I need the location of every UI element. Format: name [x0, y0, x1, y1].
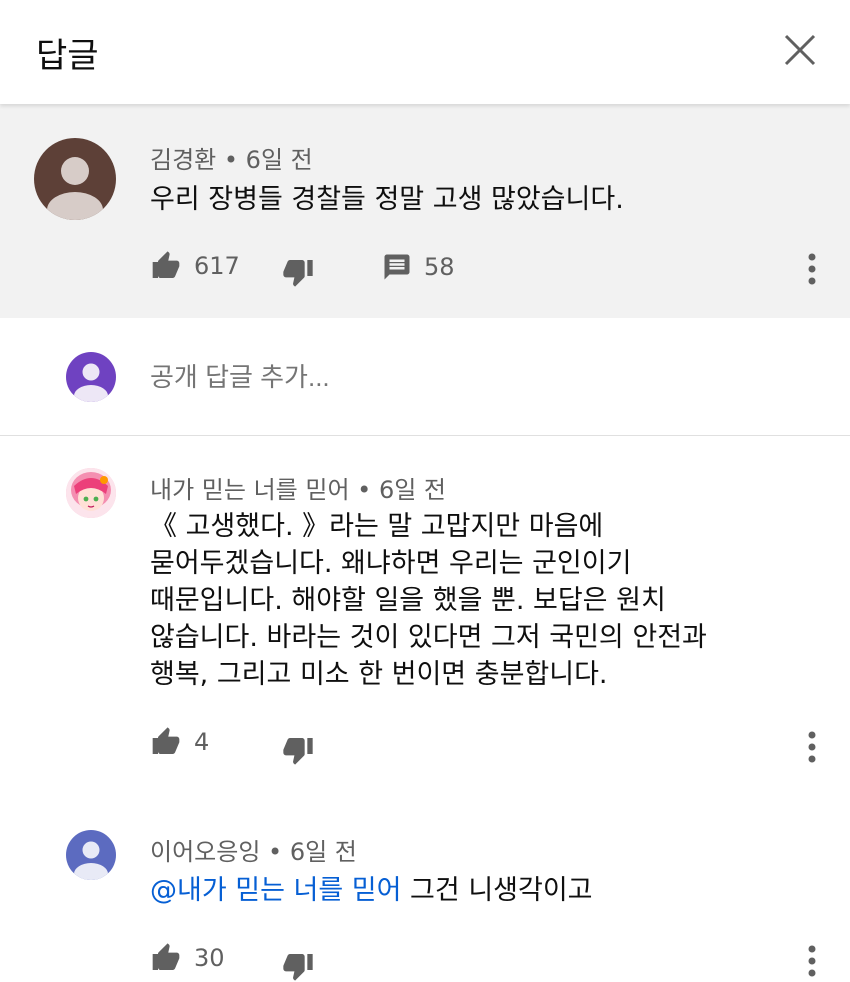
thumbs-down-icon	[283, 738, 313, 765]
comment-meta: 이어오응잉 • 6일 전	[150, 832, 357, 867]
add-reply-section	[0, 318, 850, 436]
like-button[interactable]: 617	[150, 250, 240, 282]
comment-author[interactable]: 김경환	[150, 146, 216, 174]
more-vert-icon	[808, 945, 816, 977]
dislike-button[interactable]	[282, 256, 314, 288]
comment-text: 《 고생했다. 》라는 말 고맙지만 마음에 묻어두겠습니다. 왜냐하면 우리는…	[150, 508, 707, 693]
thumbs-up-icon	[152, 727, 180, 754]
page-title: 답글	[36, 36, 99, 76]
avatar[interactable]	[66, 830, 116, 880]
comment-line: 않습니다. 바라는 것이 있다면 그저 국민의 안전과	[150, 622, 707, 653]
comment-line: 《 고생했다. 》라는 말 고맙지만 마음에	[150, 511, 604, 542]
thumbs-down-icon	[283, 954, 313, 981]
comment-icon	[384, 254, 410, 280]
replies-header: 답글	[0, 0, 850, 104]
comment-line: 행복, 그리고 미소 한 번이면 충분합니다.	[150, 659, 608, 690]
comment-text-body: 그건 니생각이고	[401, 875, 593, 906]
like-button[interactable]: 4	[150, 726, 209, 758]
user-mention-link[interactable]: @내가 믿는 너를 믿어	[150, 875, 401, 906]
dislike-button[interactable]	[282, 950, 314, 982]
meta-separator: •	[349, 476, 379, 504]
like-count: 617	[194, 252, 240, 280]
thumbs-up-icon	[152, 251, 180, 278]
replies-button[interactable]: 58	[382, 252, 455, 282]
close-icon	[784, 34, 816, 66]
comment-time: 6일 전	[378, 476, 447, 504]
comment-text: @내가 믿는 너를 믿어 그건 니생각이고	[150, 872, 593, 909]
comment-meta: 내가 믿는 너를 믿어 • 6일 전	[150, 470, 446, 505]
thumbs-down-icon	[283, 260, 313, 287]
reply-count: 58	[424, 253, 455, 281]
more-vert-icon	[808, 253, 816, 285]
user-icon	[74, 841, 108, 880]
avatar[interactable]	[66, 468, 116, 518]
more-options-button[interactable]	[804, 249, 820, 289]
more-vert-icon	[808, 731, 816, 763]
like-button[interactable]: 30	[150, 942, 225, 974]
anime-avatar-icon	[66, 468, 116, 518]
comment-author[interactable]: 이어오응잉	[150, 838, 260, 866]
thumbs-up-icon	[152, 943, 180, 970]
comment-time: 6일 전	[289, 838, 357, 866]
avatar[interactable]	[34, 138, 116, 220]
like-count: 30	[194, 944, 225, 972]
like-count: 4	[194, 728, 210, 756]
close-button[interactable]	[782, 32, 818, 68]
comment-line: 때문입니다. 해야할 일을 했을 뿐. 보답은 원치	[150, 585, 666, 616]
comment-line: 묻어두겠습니다. 왜냐하면 우리는 군인이기	[150, 548, 632, 579]
comment-meta: 김경환 • 6일 전	[150, 140, 313, 175]
user-icon	[74, 363, 108, 402]
add-reply-input[interactable]	[150, 362, 750, 393]
more-options-button[interactable]	[804, 727, 820, 767]
comment-time: 6일 전	[245, 146, 313, 174]
user-icon	[47, 157, 103, 220]
comment-author[interactable]: 내가 믿는 너를 믿어	[150, 476, 350, 504]
avatar	[66, 352, 116, 402]
meta-separator: •	[260, 838, 290, 866]
more-options-button[interactable]	[804, 941, 820, 981]
comment-text: 우리 장병들 경찰들 정말 고생 많았습니다.	[150, 184, 624, 215]
meta-separator: •	[216, 146, 246, 174]
dislike-button[interactable]	[282, 734, 314, 766]
parent-comment: 김경환 • 6일 전 우리 장병들 경찰들 정말 고생 많았습니다. 617 5…	[0, 104, 850, 318]
